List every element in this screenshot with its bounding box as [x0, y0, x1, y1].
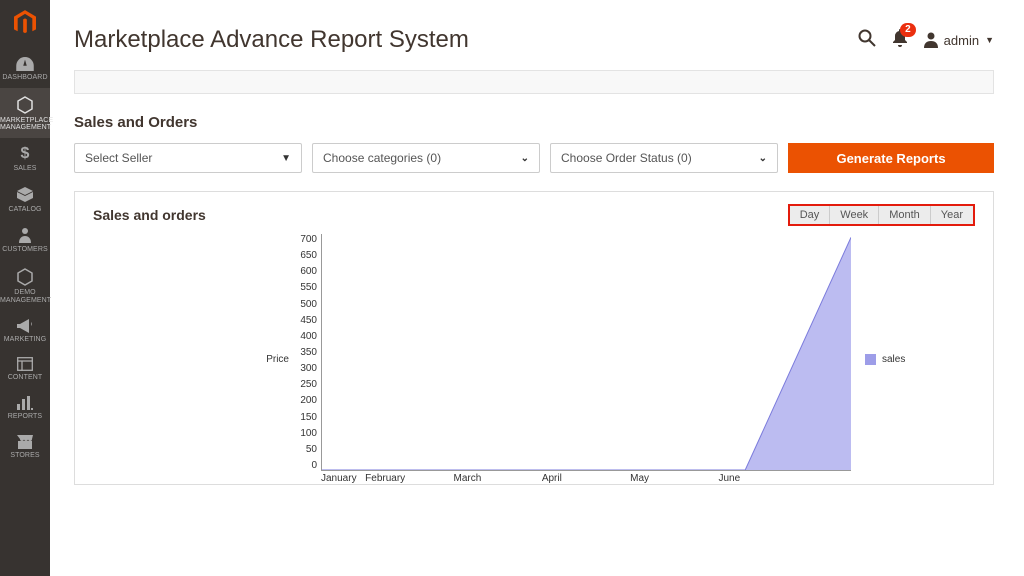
sidebar-item-label: MARKETING	[0, 336, 50, 344]
store-icon	[17, 435, 33, 449]
hexagon-icon	[17, 96, 33, 114]
sidebar-item-demo-management[interactable]: DEMO MANAGEMENT	[0, 260, 50, 310]
cube-icon	[17, 187, 33, 203]
y-tick: 50	[306, 444, 317, 455]
y-tick: 0	[311, 460, 317, 471]
filter-row: Select Seller ▼ Choose categories (0) ⌄ …	[74, 143, 994, 173]
y-tick: 500	[300, 299, 317, 310]
sidebar-item-marketing[interactable]: MARKETING	[0, 311, 50, 350]
user-menu[interactable]: admin ▼	[924, 32, 994, 48]
select-placeholder: Choose Order Status (0)	[561, 151, 692, 165]
sidebar-item-dashboard[interactable]: DASHBOARD	[0, 49, 50, 88]
sidebar-item-label: CONTENT	[0, 374, 50, 382]
page-title: Marketplace Advance Report System	[74, 26, 858, 54]
generate-reports-button[interactable]: Generate Reports	[788, 143, 994, 173]
y-tick: 450	[300, 315, 317, 326]
toggle-week[interactable]: Week	[830, 206, 879, 224]
y-tick: 650	[300, 250, 317, 261]
dollar-icon: $	[0, 146, 50, 162]
main-content: Marketplace Advance Report System 2 admi…	[50, 0, 1024, 576]
y-axis-ticks: 7006506005505004504003503002502001501005…	[293, 234, 321, 471]
chevron-down-icon: ⌄	[759, 153, 767, 164]
notification-count-badge: 2	[900, 23, 916, 37]
select-placeholder: Choose categories (0)	[323, 151, 441, 165]
chart-svg	[322, 234, 851, 470]
sidebar-item-content[interactable]: CONTENT	[0, 349, 50, 388]
top-actions: 2 admin ▼	[858, 29, 994, 52]
sidebar-item-label: STORES	[0, 452, 50, 460]
sidebar-item-label: SALES	[0, 165, 50, 173]
sidebar-item-catalog[interactable]: CATALOG	[0, 179, 50, 220]
y-tick: 200	[300, 395, 317, 406]
toggle-year[interactable]: Year	[931, 206, 973, 224]
y-tick: 150	[300, 412, 317, 423]
y-tick: 600	[300, 266, 317, 277]
sidebar-item-stores[interactable]: STORES	[0, 427, 50, 466]
bar-chart-icon	[17, 396, 33, 410]
chevron-down-icon: ⌄	[521, 153, 529, 164]
chart-card: Sales and orders Day Week Month Year Pri…	[74, 191, 994, 485]
y-tick: 350	[300, 347, 317, 358]
chart-legend: sales	[865, 354, 905, 365]
search-button[interactable]	[858, 29, 876, 52]
section-title: Sales and Orders	[74, 114, 994, 131]
sidebar-item-customers[interactable]: CUSTOMERS	[0, 219, 50, 260]
y-axis-label: Price	[263, 354, 293, 365]
hexagon-icon	[17, 268, 33, 286]
time-range-toggle-group: Day Week Month Year	[788, 204, 975, 226]
message-bar	[74, 70, 994, 94]
y-tick: 700	[300, 234, 317, 245]
y-tick: 100	[300, 428, 317, 439]
chart-body: Price 7006506005505004504003503002502001…	[93, 234, 975, 484]
sidebar-item-sales[interactable]: $ SALES	[0, 138, 50, 179]
layout-icon	[17, 357, 33, 371]
y-tick: 550	[300, 282, 317, 293]
sidebar-item-label: MARKETPLACE MANAGEMENT	[0, 117, 50, 132]
caret-down-icon: ▼	[281, 153, 291, 164]
notifications-button[interactable]: 2	[892, 29, 908, 52]
sidebar-item-label: REPORTS	[0, 413, 50, 421]
topbar: Marketplace Advance Report System 2 admi…	[74, 0, 994, 70]
sidebar: DASHBOARD MARKETPLACE MANAGEMENT $ SALES…	[0, 0, 50, 576]
chart-plot-area	[321, 234, 851, 471]
x-axis-ticks: JanuaryFebruaryMarchAprilMayJune	[321, 473, 851, 484]
x-tick: June	[763, 473, 851, 484]
select-placeholder: Select Seller	[85, 151, 152, 165]
sidebar-item-label: CUSTOMERS	[0, 246, 50, 254]
user-label: admin	[944, 33, 979, 48]
toggle-day[interactable]: Day	[790, 206, 831, 224]
user-icon	[924, 32, 938, 48]
y-tick: 250	[300, 379, 317, 390]
sidebar-item-label: DEMO MANAGEMENT	[0, 289, 50, 304]
chart-title: Sales and orders	[93, 207, 206, 223]
magento-logo[interactable]	[0, 0, 50, 49]
search-icon	[858, 29, 876, 47]
y-tick: 400	[300, 331, 317, 342]
gauge-icon	[16, 57, 34, 71]
chevron-down-icon: ▼	[985, 35, 994, 45]
choose-categories-dropdown[interactable]: Choose categories (0) ⌄	[312, 143, 540, 173]
sidebar-item-label: CATALOG	[0, 206, 50, 214]
sidebar-item-marketplace-management[interactable]: MARKETPLACE MANAGEMENT	[0, 88, 50, 138]
legend-label: sales	[882, 354, 905, 365]
person-icon	[19, 227, 31, 243]
toggle-month[interactable]: Month	[879, 206, 931, 224]
choose-order-status-dropdown[interactable]: Choose Order Status (0) ⌄	[550, 143, 778, 173]
sidebar-item-reports[interactable]: REPORTS	[0, 388, 50, 427]
select-seller-dropdown[interactable]: Select Seller ▼	[74, 143, 302, 173]
megaphone-icon	[17, 319, 33, 333]
y-tick: 300	[300, 363, 317, 374]
legend-swatch	[865, 354, 876, 365]
sidebar-item-label: DASHBOARD	[0, 74, 50, 82]
